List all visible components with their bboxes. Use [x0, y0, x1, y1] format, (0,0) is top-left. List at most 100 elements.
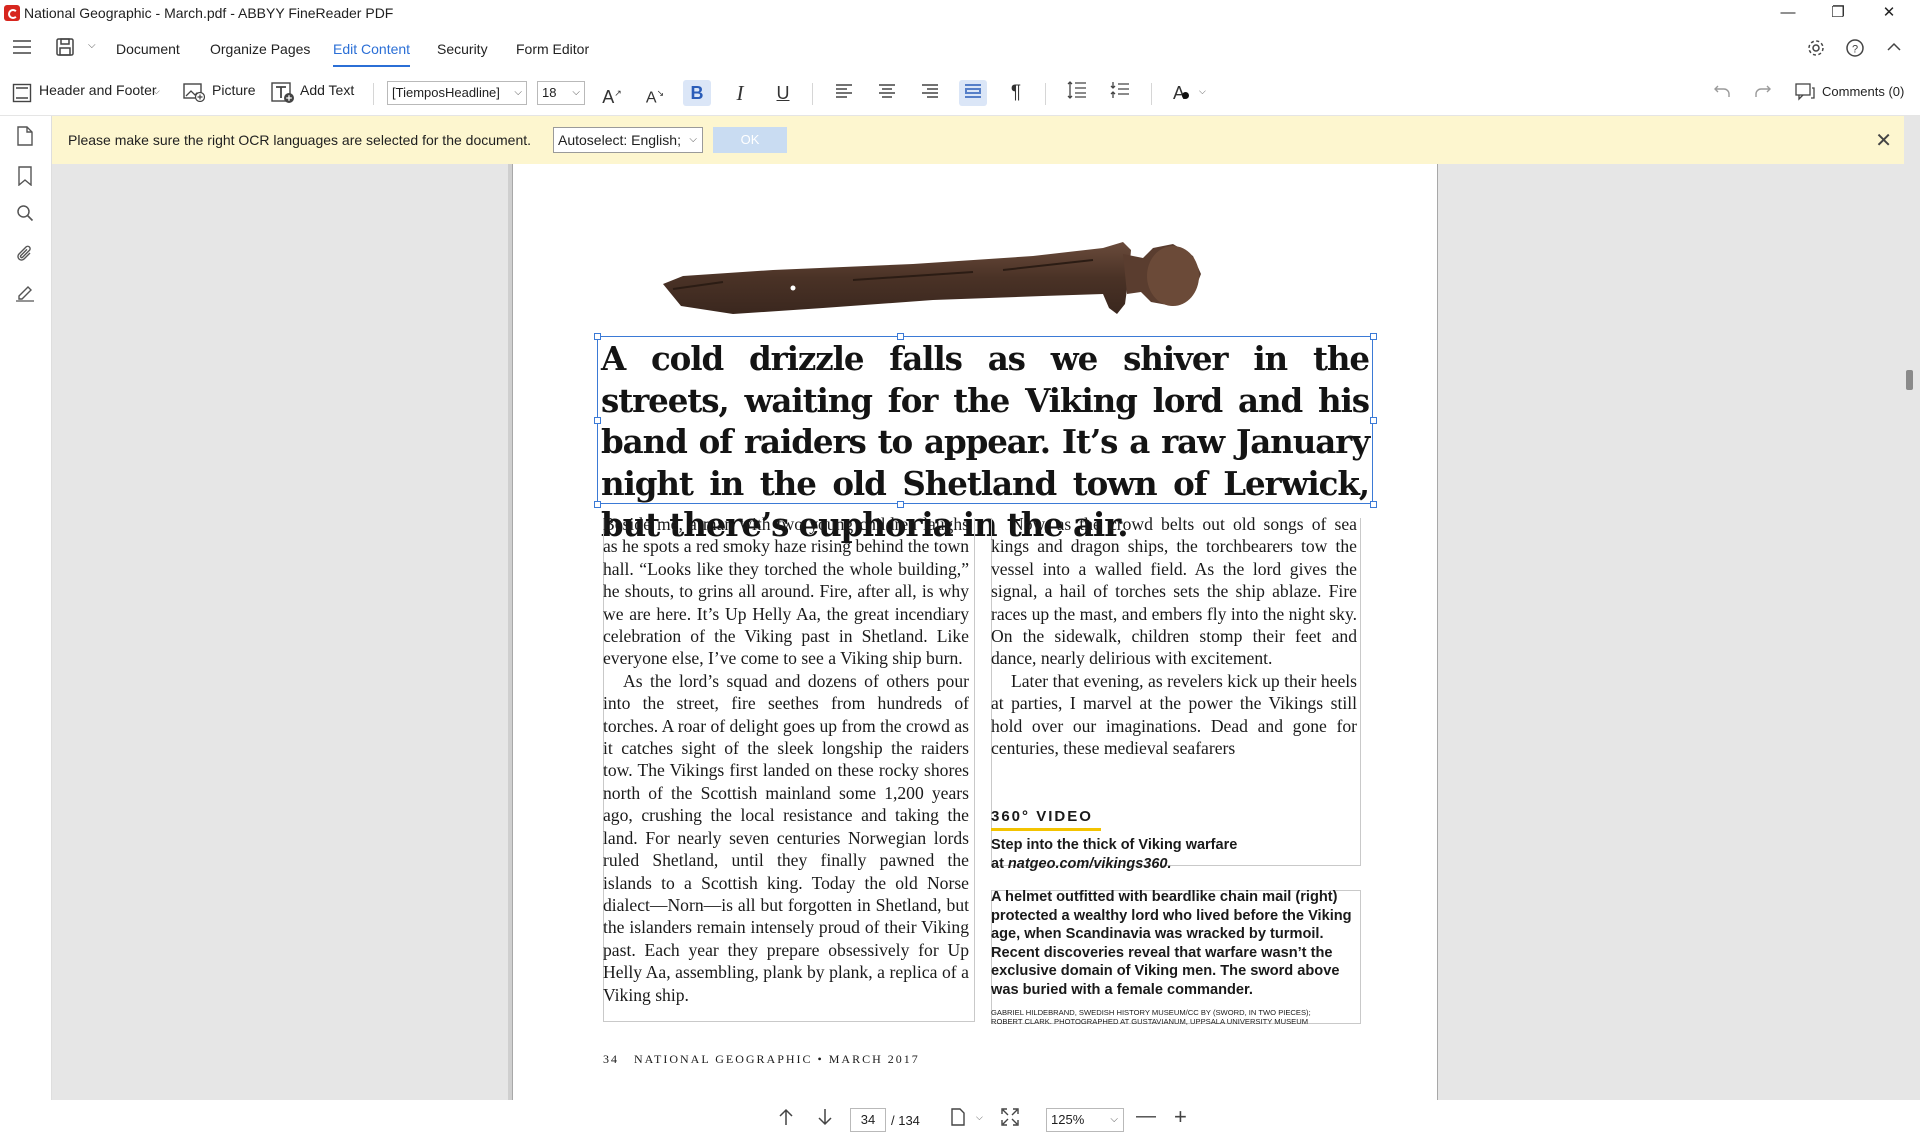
tab-organize-pages[interactable]: Organize Pages — [210, 41, 310, 57]
comments-icon[interactable] — [1795, 83, 1815, 106]
paragraph-spacing-icon[interactable] — [1106, 80, 1134, 106]
column-1-paragraph-2: As the lord’s squad and dozens of others… — [603, 670, 969, 1005]
undo-icon[interactable] — [1707, 80, 1735, 106]
photo-credit-line-2: ROBERT CLARK. PHOTOGRAPHED AT GUSTAVIANU… — [991, 1017, 1309, 1026]
column-1-paragraph-1: Beside me, a man with two young children… — [603, 514, 969, 669]
photo-credit-line-1: GABRIEL HILDEBRAND, SWEDISH HISTORY MUSE… — [991, 1008, 1311, 1017]
save-icon[interactable] — [55, 37, 75, 62]
ocr-language-select[interactable]: Autoselect: English; ⌵ — [553, 127, 703, 153]
increase-font-size-icon[interactable]: A↗ — [598, 80, 626, 107]
document-page: A cold drizzle falls as we shiver in the… — [512, 164, 1438, 1100]
text-color-chevron-icon[interactable]: ⌵ — [1199, 86, 1206, 97]
menu-bar: ⌵ Document Organize Pages Edit Content S… — [0, 26, 1920, 70]
toolbar-separator — [1045, 83, 1046, 105]
page-layout-icon[interactable] — [950, 1108, 966, 1131]
save-dropdown-chevron-icon[interactable]: ⌵ — [88, 40, 96, 51]
window-title: National Geographic - March.pdf - ABBYY … — [24, 5, 394, 21]
column-2-paragraph-2: Later that evening, as revelers kick up … — [991, 670, 1357, 759]
search-icon[interactable] — [14, 204, 36, 226]
zoom-in-icon[interactable]: + — [1174, 1104, 1187, 1130]
minimize-button[interactable]: — — [1765, 0, 1811, 26]
pages-panel-icon[interactable] — [14, 126, 36, 148]
comments-button[interactable]: Comments (0) — [1822, 84, 1904, 99]
paragraph-direction-icon[interactable]: ¶ — [1002, 80, 1030, 106]
ocr-language-notification: Please make sure the right OCR languages… — [52, 116, 1904, 164]
video-promo-line-1: Step into the thick of Viking warfare — [991, 837, 1238, 853]
video-heading: 360° VIDEO — [991, 808, 1093, 825]
toolbar-separator — [812, 83, 813, 105]
chevron-down-icon: ⌵ — [514, 87, 522, 98]
signatures-pen-icon[interactable] — [14, 282, 36, 304]
headline-text[interactable]: A cold drizzle falls as we shiver in the… — [597, 336, 1373, 544]
header-footer-chevron-icon[interactable]: ⌵ — [153, 86, 160, 97]
align-right-icon[interactable] — [916, 80, 944, 106]
decrease-font-size-icon[interactable]: A↘ — [641, 80, 669, 106]
hamburger-menu-icon[interactable] — [12, 39, 32, 60]
add-text-icon[interactable] — [271, 82, 295, 109]
previous-page-arrow-icon[interactable] — [778, 1108, 794, 1131]
tab-edit-content[interactable]: Edit Content — [333, 41, 411, 67]
help-icon[interactable]: ? — [1845, 38, 1865, 63]
header-footer-button[interactable]: Header and Footer — [39, 82, 157, 98]
edit-toolbar: Header and Footer ⌵ Picture Add Text [Ti… — [0, 70, 1920, 116]
font-family-value: [TiemposHeadline] — [392, 85, 500, 100]
toolbar-separator — [1151, 83, 1152, 105]
underline-icon[interactable]: U — [769, 80, 797, 106]
video-promo-line-2: at natgeo.com/vikings360. — [991, 855, 1291, 874]
font-family-select[interactable]: [TiemposHeadline] ⌵ — [387, 81, 527, 105]
fit-page-icon[interactable] — [1001, 1108, 1019, 1131]
settings-gear-icon[interactable] — [1806, 38, 1826, 63]
chevron-down-icon: ⌵ — [572, 87, 580, 98]
justify-icon[interactable] — [959, 80, 987, 106]
page-navigation-bar: 34 / 134 ⌵ 125% ⌵ — + — [0, 1100, 1920, 1139]
add-text-button[interactable]: Add Text — [300, 82, 354, 98]
tab-security[interactable]: Security — [437, 41, 488, 57]
line-spacing-icon[interactable] — [1063, 80, 1091, 106]
zoom-out-icon[interactable]: — — [1136, 1105, 1156, 1128]
tab-document[interactable]: Document — [116, 41, 180, 57]
redo-icon[interactable] — [1750, 80, 1778, 106]
photo-credit: GABRIEL HILDEBRAND, SWEDISH HISTORY MUSE… — [991, 1008, 1357, 1026]
vertical-scrollbar-thumb[interactable] — [1906, 370, 1913, 390]
collapse-ribbon-chevron-icon[interactable] — [1886, 40, 1902, 58]
app-logo-icon — [4, 5, 20, 21]
video-promo-prefix: at — [991, 856, 1008, 872]
align-left-icon[interactable] — [830, 80, 858, 106]
chevron-down-icon: ⌵ — [689, 134, 697, 145]
article-column-1[interactable]: Beside me, a man with two young children… — [603, 513, 969, 1006]
toolbar-separator — [373, 83, 374, 105]
photo-caption[interactable]: A helmet outfitted with beardlike chain … — [991, 888, 1357, 1000]
italic-icon[interactable]: I — [726, 80, 754, 106]
article-column-2[interactable]: Now, as the crowd belts out old songs of… — [991, 513, 1357, 759]
viking-sword-image — [663, 242, 1201, 314]
picture-button[interactable]: Picture — [212, 82, 256, 98]
notification-message: Please make sure the right OCR languages… — [68, 132, 532, 148]
chevron-down-icon: ⌵ — [1110, 1114, 1118, 1125]
resize-handle[interactable] — [594, 501, 601, 508]
column-2-paragraph-1: Now, as the crowd belts out old songs of… — [991, 514, 1357, 669]
video-heading-rule — [991, 828, 1101, 831]
ok-button[interactable]: OK — [713, 127, 787, 153]
attachments-paperclip-icon[interactable] — [14, 244, 36, 266]
close-window-button[interactable]: ✕ — [1866, 0, 1912, 26]
next-page-arrow-icon[interactable] — [817, 1108, 833, 1131]
total-pages-label: / 134 — [891, 1113, 920, 1128]
font-size-value: 18 — [542, 85, 557, 100]
left-sidebar — [0, 116, 52, 1139]
text-color-icon[interactable]: A — [1167, 80, 1195, 106]
zoom-select[interactable]: 125% ⌵ — [1046, 1108, 1124, 1132]
resize-handle[interactable] — [1370, 501, 1377, 508]
page-layout-chevron-icon[interactable]: ⌵ — [976, 1112, 983, 1123]
picture-icon[interactable] — [183, 82, 206, 107]
header-footer-icon[interactable] — [12, 83, 32, 108]
tab-form-editor[interactable]: Form Editor — [516, 41, 589, 57]
bookmarks-icon[interactable] — [14, 166, 36, 188]
video-promo-text: Step into the thick of Viking warfare at… — [991, 836, 1291, 874]
font-size-select[interactable]: 18 ⌵ — [537, 81, 585, 105]
restore-button[interactable]: ❐ — [1815, 0, 1861, 26]
align-center-icon[interactable] — [873, 80, 901, 106]
close-notification-icon[interactable]: ✕ — [1875, 128, 1892, 153]
video-url: natgeo.com/vikings360. — [1007, 856, 1172, 872]
bold-icon[interactable]: B — [683, 80, 711, 106]
current-page-input[interactable]: 34 — [850, 1108, 886, 1132]
